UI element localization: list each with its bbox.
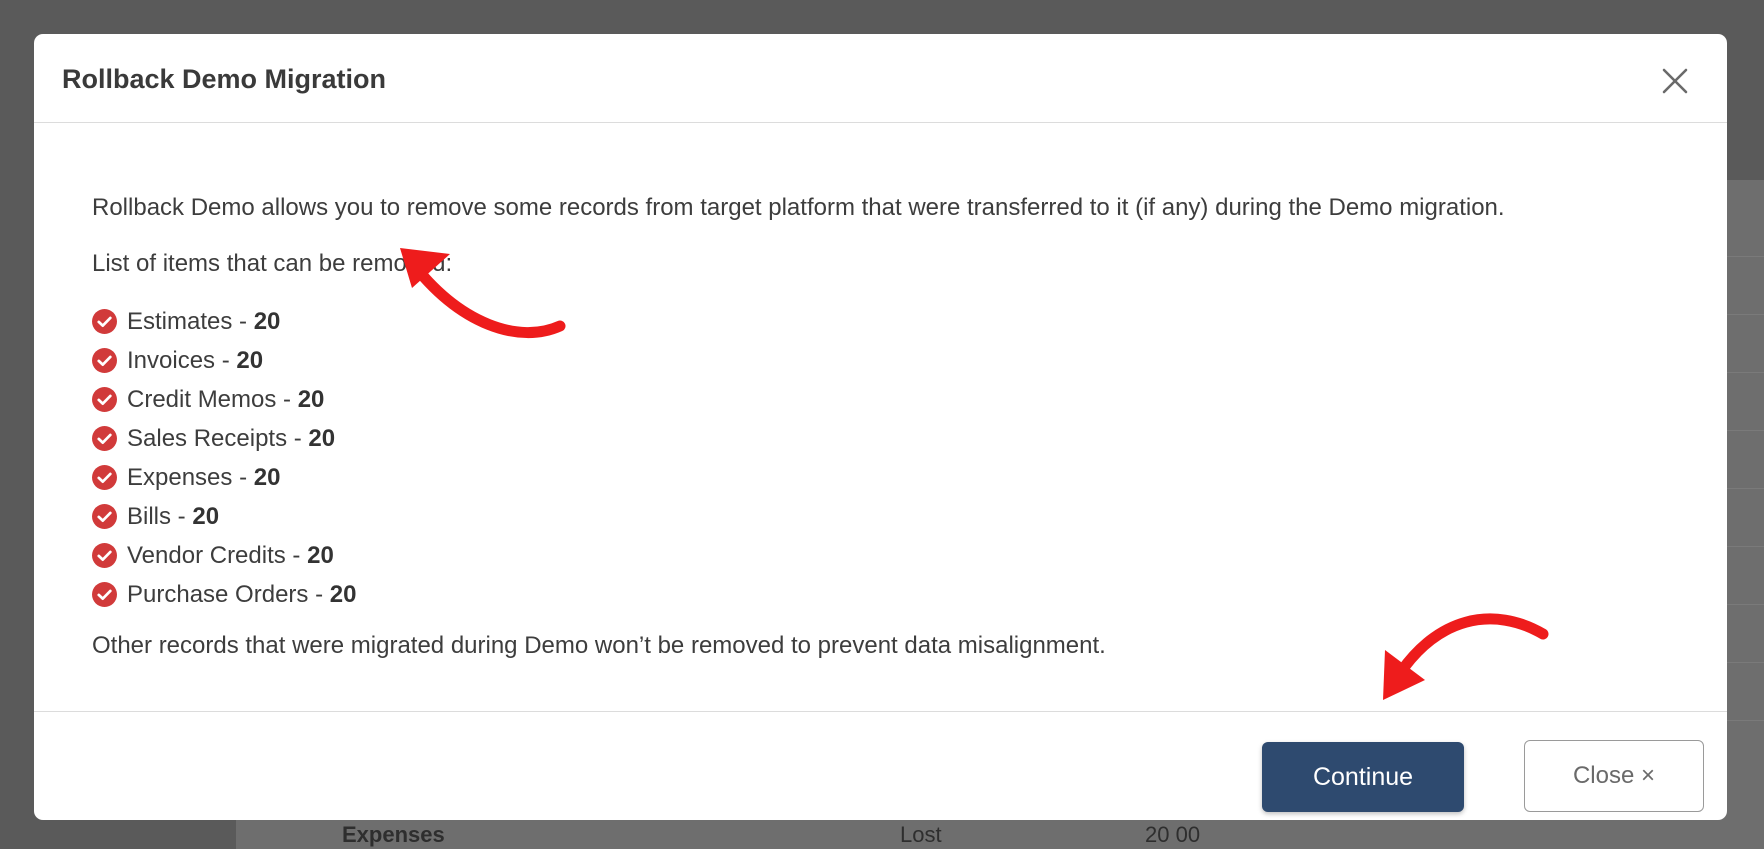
- item-count: 20: [253, 307, 281, 335]
- list-item: Estimates - 20: [92, 302, 356, 341]
- item-label: Sales Receipts: [127, 424, 288, 452]
- check-circle-icon: [92, 309, 117, 334]
- check-circle-icon: [92, 582, 117, 607]
- item-count: 20: [236, 346, 264, 374]
- check-circle-icon: [92, 465, 117, 490]
- list-item: Purchase Orders - 20: [92, 575, 356, 614]
- background-row-label: Expenses: [342, 822, 445, 847]
- item-label: Credit Memos: [127, 385, 277, 413]
- migration-note: Other records that were migrated during …: [92, 632, 1106, 659]
- list-item: Sales Receipts - 20: [92, 419, 356, 458]
- item-label: Expenses: [127, 463, 233, 491]
- item-count: 20: [329, 580, 357, 608]
- background-cell: 20 00: [1145, 822, 1201, 847]
- continue-button[interactable]: Continue: [1262, 742, 1464, 812]
- removable-items-list: Estimates - 20 Invoices - 20 Credit Memo…: [92, 302, 356, 614]
- close-button[interactable]: Close ×: [1524, 740, 1704, 812]
- item-label: Estimates: [127, 307, 233, 335]
- rollback-modal: Rollback Demo Migration Rollback Demo al…: [34, 34, 1727, 820]
- list-item: Expenses - 20: [92, 458, 356, 497]
- item-label: Invoices: [127, 346, 216, 374]
- modal-header: Rollback Demo Migration: [34, 34, 1727, 123]
- check-circle-icon: [92, 387, 117, 412]
- check-circle-icon: [92, 504, 117, 529]
- modal-body: Rollback Demo allows you to remove some …: [34, 124, 1727, 711]
- list-item: Invoices - 20: [92, 341, 356, 380]
- item-count: 20: [307, 541, 334, 569]
- list-item: Bills - 20: [92, 497, 356, 536]
- check-circle-icon: [92, 348, 117, 373]
- check-circle-icon: [92, 426, 117, 451]
- check-circle-icon: [92, 543, 117, 568]
- modal-title: Rollback Demo Migration: [62, 64, 387, 94]
- intro-text: Rollback Demo allows you to remove some …: [92, 194, 1505, 221]
- item-label: Bills: [127, 502, 172, 530]
- item-label: Purchase Orders: [127, 580, 309, 608]
- list-item: Vendor Credits - 20: [92, 536, 356, 575]
- list-item: Credit Memos - 20: [92, 380, 356, 419]
- item-count: 20: [308, 424, 336, 452]
- list-heading: List of items that can be removed:: [92, 250, 453, 277]
- item-count: 20: [253, 463, 281, 491]
- item-count: 20: [192, 502, 220, 530]
- close-icon[interactable]: [1658, 64, 1692, 98]
- item-count: 20: [297, 385, 325, 413]
- background-cell: Lost: [900, 822, 942, 847]
- modal-footer: Continue Close ×: [34, 711, 1727, 820]
- item-label: Vendor Credits: [127, 541, 286, 569]
